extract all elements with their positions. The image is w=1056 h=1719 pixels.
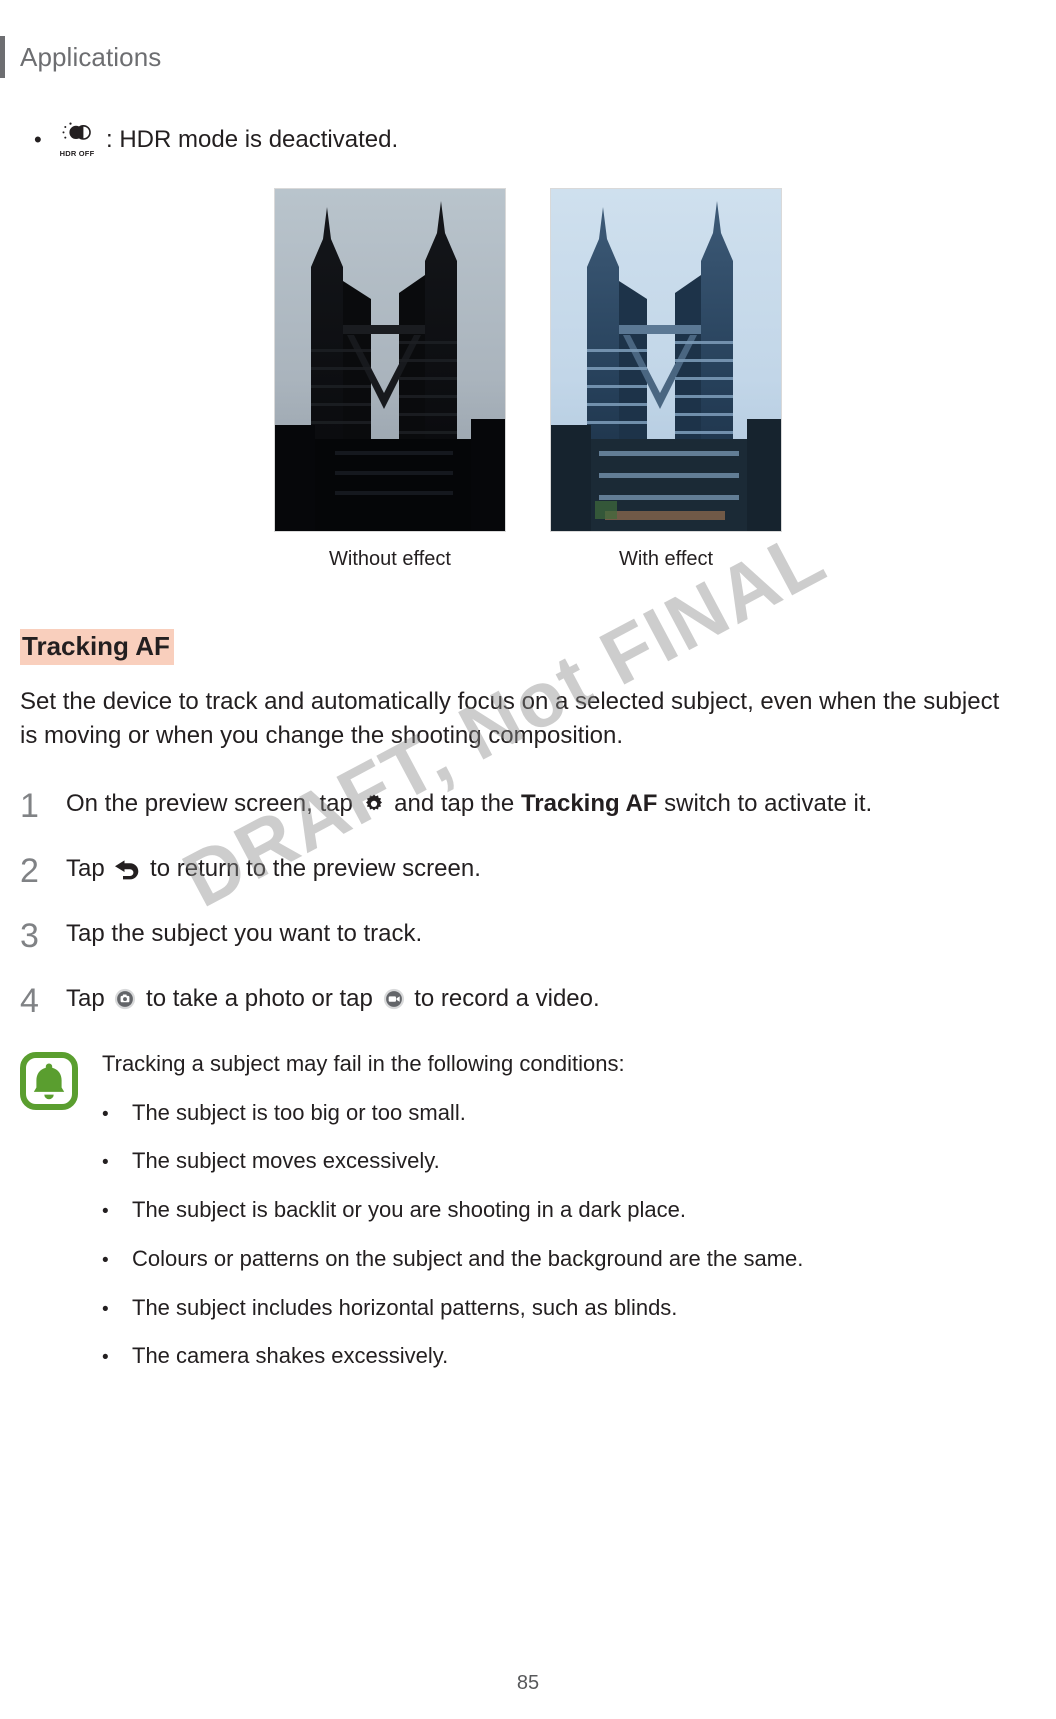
step-item: 2 Tap to return to the preview screen. (20, 853, 1036, 888)
section-intro-paragraph: Set the device to track and automaticall… (20, 687, 1000, 750)
step-text-post: to return to the preview screen. (150, 854, 481, 882)
list-item: • The subject moves excessively. (102, 1147, 803, 1176)
step-text: On the preview screen, tap and tap the T… (66, 788, 872, 823)
list-item: • Colours or patterns on the subject and… (102, 1245, 803, 1274)
step-text: Tap to return to the preview screen. (66, 853, 481, 888)
bullet-dot: • (102, 1298, 109, 1320)
numbered-steps-list: 1 On the preview screen, tap and tap the… (20, 788, 1036, 1019)
list-item-label: The subject includes horizontal patterns… (132, 1294, 678, 1320)
hdr-contrast-glyph (62, 122, 92, 148)
note-condition-list: • The subject is too big or too small. •… (102, 1099, 803, 1371)
back-arrow-icon (114, 857, 140, 888)
step-text-mid: and tap the (394, 789, 515, 817)
hdr-off-description: : HDR mode is deactivated. (106, 125, 399, 153)
bullet-dot: • (34, 127, 42, 152)
section-heading-tracking-af: Tracking AF (20, 629, 174, 665)
list-item-label: The subject is backlit or you are shooti… (132, 1197, 686, 1223)
page-header: Applications (0, 36, 1056, 78)
caption-without-effect: Without effect (329, 548, 451, 570)
step-text-pre: On the preview screen, tap (66, 789, 353, 817)
step-text-pre: Tap (66, 854, 105, 882)
petronas-towers-photo-dark (274, 188, 506, 532)
list-item: • The subject is too big or too small. (102, 1099, 803, 1128)
step-text-post: to record a video. (414, 984, 600, 1012)
comparison-cell-with-effect: With effect (550, 188, 782, 571)
step-number: 3 (20, 916, 39, 955)
step-text-pre: Tap (66, 984, 105, 1012)
bell-icon (20, 1048, 78, 1115)
list-item-label: The subject moves excessively. (132, 1148, 440, 1174)
step-item: 1 On the preview screen, tap and tap the… (20, 788, 1036, 823)
step-text-bold: Tracking AF (520, 789, 658, 817)
header-accent-rule (0, 36, 5, 78)
step-number: 4 (20, 981, 39, 1020)
list-item-label: The subject is too big or too small. (132, 1099, 466, 1125)
bullet-dot: • (102, 1201, 109, 1223)
hdr-comparison-figure: Without effect With effect (20, 188, 1036, 571)
page-content: • HDR OFF : HDR mode is deactivated. Wit… (20, 120, 1036, 1371)
step-item: 4 Tap to take a photo or tap to record a… (20, 983, 1036, 1018)
list-item-label: The camera shakes excessively. (132, 1343, 449, 1369)
list-item-label: Colours or patterns on the subject and t… (132, 1245, 804, 1271)
step-text-mid: to take a photo or tap (146, 984, 373, 1012)
camcorder-icon (383, 987, 405, 1018)
bullet-dot: • (102, 1103, 109, 1125)
petronas-towers-photo-hdr (550, 188, 782, 532)
page-title: Applications (20, 42, 162, 72)
step-text: Tap the subject you want to track. (66, 918, 422, 949)
list-item: • The subject includes horizontal patter… (102, 1294, 803, 1323)
bullet-dot: • (102, 1347, 109, 1369)
bullet-dot: • (102, 1152, 109, 1174)
note-callout: Tracking a subject may fail in the follo… (20, 1048, 1036, 1371)
camera-shutter-icon (114, 987, 136, 1018)
gear-icon (363, 792, 385, 823)
step-text-post: switch to activate it. (664, 789, 873, 817)
note-lead-text: Tracking a subject may fail in the follo… (102, 1051, 625, 1077)
comparison-cell-without-effect: Without effect (274, 188, 506, 571)
hdr-off-icon: HDR OFF (50, 122, 104, 158)
step-item: 3 Tap the subject you want to track. (20, 918, 1036, 953)
bullet-dot: • (102, 1249, 109, 1271)
step-number: 2 (20, 851, 39, 890)
step-text-pre: Tap the subject you want to track. (66, 919, 423, 947)
step-text: Tap to take a photo or tap to record a v… (66, 983, 600, 1018)
note-body: Tracking a subject may fail in the follo… (78, 1048, 803, 1371)
hdr-off-label: HDR OFF (59, 149, 95, 158)
hdr-off-bullet: • HDR OFF : HDR mode is deactivated. (34, 120, 1036, 160)
page-number: 85 (516, 1672, 540, 1694)
list-item: • The subject is backlit or you are shoo… (102, 1196, 803, 1225)
list-item: • The camera shakes excessively. (102, 1342, 803, 1371)
step-number: 1 (20, 786, 39, 825)
caption-with-effect: With effect (618, 548, 714, 570)
